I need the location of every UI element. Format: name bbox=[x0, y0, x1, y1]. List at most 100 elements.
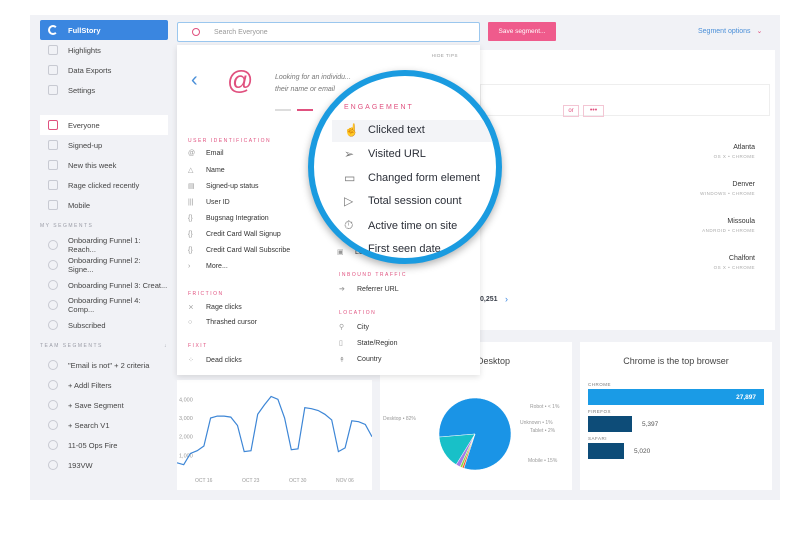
user-option[interactable]: ▤ Signed-up status bbox=[188, 182, 259, 191]
engagement-option-label: First seen date bbox=[368, 243, 441, 255]
sort-icon[interactable]: ↓ bbox=[164, 343, 168, 349]
sidebar-item-fullstory[interactable]: FullStory bbox=[40, 20, 168, 40]
user-option-icon: ▤ bbox=[188, 183, 195, 191]
chevron-left-icon[interactable]: ‹ bbox=[191, 69, 198, 92]
bar-chart-card: Chrome is the top browser CHROME 27,897 FI… bbox=[580, 342, 772, 490]
user-option-icon: {} bbox=[188, 231, 193, 238]
sidebar-item-highlights[interactable]: Highlights bbox=[40, 40, 168, 60]
or-button[interactable]: or bbox=[563, 105, 579, 117]
location-option[interactable]: ⚲ City bbox=[339, 323, 369, 332]
bar-value: 5,020 bbox=[634, 448, 651, 455]
team-segment-item[interactable]: 193VW bbox=[40, 455, 168, 475]
user-option[interactable]: › More... bbox=[188, 263, 228, 270]
user-option[interactable]: @ Email bbox=[188, 150, 224, 157]
user-option-icon: @ bbox=[188, 150, 196, 157]
engagement-option[interactable]: ▭ Changed form element bbox=[344, 171, 480, 185]
my-segment-item[interactable]: Onboarding Funnel 4: Comp... bbox=[40, 295, 168, 315]
user-option[interactable]: {} Credit Card Wall Subscribe bbox=[188, 247, 290, 254]
sidebar-segment-icon bbox=[48, 140, 58, 150]
filter-option-label: State/Region bbox=[357, 339, 398, 347]
user-option-icon: ||| bbox=[188, 198, 194, 206]
segment-options-dropdown[interactable]: Segment options ⌄ bbox=[698, 27, 762, 35]
sidebar-item-label: Everyone bbox=[68, 120, 100, 130]
rage-clicks-option[interactable]: ⨯ Rage clicks bbox=[188, 303, 242, 312]
user-option-icon: △ bbox=[188, 167, 194, 175]
sidebar-item-label: Data Exports bbox=[68, 65, 112, 75]
user-identification-header: USER IDENTIFICATION bbox=[188, 138, 272, 144]
session-row[interactable]: Atlanta OS X • CHROME bbox=[714, 144, 755, 159]
user-option-icon: {} bbox=[188, 214, 193, 222]
engagement-option[interactable]: ☝ Clicked text bbox=[344, 123, 425, 137]
my-segment-item-icon bbox=[48, 300, 58, 310]
my-segment-item[interactable]: Onboarding Funnel 1: Reach... bbox=[40, 235, 168, 255]
sidebar-segment[interactable]: Everyone bbox=[40, 115, 168, 135]
location-option-icon: ▯ bbox=[339, 340, 343, 348]
more-button[interactable]: ••• bbox=[583, 105, 604, 117]
team-segment-item-icon bbox=[48, 460, 58, 470]
save-segment-button[interactable]: Save segment... bbox=[488, 22, 556, 41]
team-segment-item-icon bbox=[48, 440, 58, 450]
my-segment-item-icon bbox=[48, 240, 58, 250]
team-segment-item[interactable]: 11-05 Ops Fire bbox=[40, 435, 168, 455]
my-segment-item-icon bbox=[48, 320, 58, 330]
sidebar-item-label: "Email is not" + 2 criteria bbox=[68, 360, 150, 370]
tip-dot-active[interactable] bbox=[297, 109, 313, 111]
engagement-option[interactable]: ▦ First seen date bbox=[344, 242, 441, 256]
location-option-icon: ↟ bbox=[339, 356, 345, 364]
filter-option-label: Dead clicks bbox=[206, 356, 242, 364]
sidebar-segment[interactable]: Signed-up bbox=[40, 135, 168, 155]
my-segment-item[interactable]: Onboarding Funnel 3: Creat... bbox=[40, 275, 168, 295]
location-option[interactable]: ↟ Country bbox=[339, 356, 382, 364]
sidebar-item-data-exports[interactable]: Data Exports bbox=[40, 60, 168, 80]
city: Denver bbox=[732, 181, 755, 188]
my-segments-header: MY SEGMENTS bbox=[40, 223, 94, 229]
engagement-option-label: Total session count bbox=[368, 195, 462, 208]
y-tick-label: 3,000 bbox=[179, 416, 193, 422]
user-option[interactable]: △ Name bbox=[188, 166, 225, 175]
session-row[interactable]: Denver WINDOWS • CHROME bbox=[700, 181, 755, 196]
sidebar-item-label: + Search V1 bbox=[68, 420, 110, 430]
engagement-option[interactable]: ➢ Visited URL bbox=[344, 147, 426, 161]
user-count: 0,251 bbox=[480, 296, 498, 303]
team-segment-item[interactable]: + Addl Filters bbox=[40, 375, 168, 395]
thrashed-cursor-option[interactable]: ○ Thrashed cursor bbox=[188, 319, 257, 326]
engagement-option[interactable]: ⏱ Active time on site bbox=[344, 218, 457, 233]
filter-option-label: Signed-up status bbox=[206, 182, 259, 190]
sidebar-item-label: Onboarding Funnel 3: Creat... bbox=[68, 280, 168, 290]
filter-option-label: User ID bbox=[206, 198, 230, 206]
sidebar-item-settings-icon bbox=[48, 85, 58, 95]
my-segment-item[interactable]: Onboarding Funnel 2: Signe... bbox=[40, 255, 168, 275]
sidebar-item-label: + Save Segment bbox=[68, 400, 124, 410]
search-input[interactable]: Search Everyone bbox=[177, 22, 480, 42]
team-segment-item[interactable]: "Email is not" + 2 criteria bbox=[40, 355, 168, 375]
my-segment-item[interactable]: Subscribed bbox=[40, 315, 168, 335]
sidebar-segment[interactable]: Mobile bbox=[40, 195, 168, 215]
chevron-right-icon[interactable]: › bbox=[505, 294, 508, 304]
tip-dot[interactable] bbox=[275, 109, 291, 111]
filter-option-label: More... bbox=[206, 263, 228, 271]
referrer-url-option[interactable]: ➔ Referrer URL bbox=[339, 285, 399, 294]
user-option[interactable]: {} Bugsnag Integration bbox=[188, 215, 269, 222]
filter-option-label: Name bbox=[206, 166, 225, 174]
engagement-option[interactable]: ▷ Total session count bbox=[344, 194, 462, 208]
session-row[interactable]: Missoula ANDROID • CHROME bbox=[702, 218, 755, 233]
city: Atlanta bbox=[733, 144, 755, 151]
dead-clicks-option[interactable]: ⁘ Dead clicks bbox=[188, 356, 242, 365]
sidebar-item-settings[interactable]: Settings bbox=[40, 80, 168, 100]
sidebar-segment[interactable]: New this week bbox=[40, 155, 168, 175]
session-row[interactable]: Chalfont OS X • CHROME bbox=[714, 255, 755, 270]
location-option[interactable]: ▯ State/Region bbox=[339, 339, 398, 348]
team-segment-item[interactable]: + Save Segment bbox=[40, 395, 168, 415]
hide-tips-button[interactable]: HIDE TIPS bbox=[432, 53, 458, 58]
sidebar-segment-icon bbox=[48, 200, 58, 210]
pie-label: Desktop • 82% bbox=[383, 416, 416, 422]
team-segment-item[interactable]: + Search V1 bbox=[40, 415, 168, 435]
user-option[interactable]: ||| User ID bbox=[188, 199, 230, 206]
sidebar-item-label: Subscribed bbox=[68, 320, 106, 330]
line-series bbox=[176, 395, 373, 466]
os-browser: OS X • CHROME bbox=[713, 265, 755, 270]
team-segment-item-icon bbox=[48, 360, 58, 370]
user-option[interactable]: {} Credit Card Wall Signup bbox=[188, 231, 281, 238]
sidebar-segment[interactable]: Rage clicked recently bbox=[40, 175, 168, 195]
friction-header: FRICTION bbox=[188, 291, 224, 297]
